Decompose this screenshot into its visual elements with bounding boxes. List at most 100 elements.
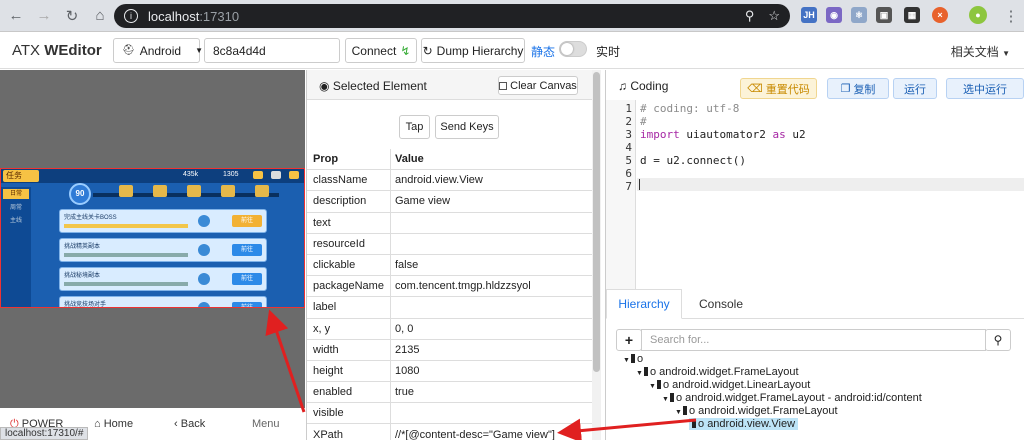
prop-value[interactable]: false [391, 259, 418, 271]
keyword: import [640, 128, 680, 141]
table-row: className android.view.View [307, 170, 597, 192]
tab-console[interactable]: Console [686, 289, 756, 319]
info-icon[interactable]: i [124, 9, 138, 23]
url-host: localhost [148, 8, 200, 24]
table-row: resourceId [307, 233, 597, 255]
connect-button[interactable]: Connect ↯ [345, 38, 417, 63]
device-serial-input[interactable]: 8c8a4d4d [204, 38, 340, 63]
dump-hierarchy-button[interactable]: ↻ Dump Hierarchy [421, 38, 525, 63]
menu-button[interactable]: Menu [252, 418, 280, 430]
prop-name: enabled [307, 382, 391, 403]
extension-screenshot-icon[interactable]: ▣ [876, 7, 892, 23]
device-screen[interactable]: 任务 435k 1305 日常 周常 主线 90 完成主线关卡BOSS 前往 挑战精… [0, 168, 305, 308]
browser-menu-icon[interactable]: ⋮ [999, 4, 1023, 28]
tree-toggle-icon[interactable]: ▼ [649, 383, 656, 390]
extension-vpn-icon[interactable]: ◉ [826, 7, 842, 23]
table-row: visible [307, 403, 597, 425]
hierarchy-search-input[interactable]: Search for... [641, 329, 986, 351]
active-line-highlight [637, 178, 1024, 191]
game-currency-2: 1305 [223, 171, 239, 178]
tap-button[interactable]: Tap [399, 115, 430, 139]
game-chest-icon [187, 185, 201, 197]
prop-value[interactable]: Game view [391, 195, 450, 207]
bookmark-star-icon[interactable]: ☆ [768, 8, 780, 24]
table-row: clickable false [307, 254, 597, 277]
search-button[interactable]: ⚲ [985, 329, 1011, 351]
run-selected-button[interactable]: 选中运行 [946, 78, 1024, 99]
node-circle-icon: o [636, 353, 644, 365]
tree-node[interactable]: ▼ o android.widget.LinearLayout [649, 379, 810, 391]
tab-hierarchy[interactable]: Hierarchy [606, 289, 682, 319]
tree-toggle-icon[interactable]: ▼ [636, 370, 643, 377]
node-icon [630, 354, 635, 363]
forward-arrow-icon[interactable]: → [32, 4, 56, 28]
back-arrow-icon[interactable]: ← [4, 4, 28, 28]
tree-node[interactable]: ▼ o android.widget.FrameLayout [675, 405, 838, 417]
game-task-card: 挑战精英副本 前往 [59, 238, 267, 262]
music-note-icon: ♫ [618, 79, 627, 93]
game-task-name: 挑战秘境副本 [64, 273, 101, 279]
reload-icon[interactable]: ↻ [60, 4, 84, 28]
docs-dropdown[interactable]: 相关文档 ▼ [951, 43, 1010, 60]
code-line: # coding: utf-8 [640, 102, 740, 115]
tree-node[interactable]: ▼ o android.widget.FrameLayout [636, 366, 799, 378]
run-button[interactable]: 运行 [893, 78, 937, 99]
prop-value[interactable]: com.tencent.tmgp.hldzzsyol [391, 280, 531, 292]
send-keys-button[interactable]: Send Keys [435, 115, 499, 139]
prop-name: className [307, 170, 391, 191]
realtime-toggle[interactable] [559, 41, 587, 57]
prop-value[interactable]: //*[@content-desc="Game view"] [391, 429, 555, 440]
line-number: 4 [625, 141, 632, 154]
app-logo: ATX WEditor [12, 42, 102, 59]
prop-value[interactable]: android.view.View [391, 174, 483, 186]
platform-select[interactable]: ⛑ Android ▼ [113, 38, 203, 63]
table-row: XPath//*[@content-desc="Game view"] [307, 424, 597, 440]
tree-node[interactable]: ▼ o android.widget.FrameLayout - android:… [662, 392, 922, 404]
prop-name: label [307, 297, 391, 318]
back-button[interactable]: ‹ Back [174, 418, 205, 430]
expand-all-button[interactable]: + [616, 329, 642, 351]
prop-value[interactable]: 0, 0 [391, 323, 413, 335]
game-task-tab: 任务 [3, 170, 39, 182]
prop-name: XPath [307, 424, 391, 440]
game-chest-icon [153, 185, 167, 197]
extension-adblock-icon[interactable]: × [932, 7, 948, 23]
code-editor[interactable]: 1 # coding: utf-8 2 #3 import uiautomator2 a… [606, 100, 1024, 290]
prop-value[interactable]: true [391, 386, 414, 398]
extension-jh-icon[interactable]: JH [801, 7, 817, 23]
address-bar[interactable]: i localhost:17310 ⚲ ☆ [114, 4, 790, 28]
coding-panel: ♫ Coding ⌫ 重置代码 ❐ 复制 运行 选中运行 1 # coding: ut… [605, 70, 1024, 440]
plug-icon: ↯ [400, 43, 411, 58]
caret-down-icon: ▼ [1002, 49, 1010, 58]
game-go-button: 前往 [232, 244, 262, 256]
scrollbar-thumb[interactable] [593, 72, 600, 372]
prop-value[interactable]: 1080 [391, 365, 419, 377]
middle-scrollbar[interactable] [592, 70, 601, 440]
table-header: Prop Value [307, 149, 597, 171]
game-task-progress [64, 253, 188, 257]
prop-name: height [307, 360, 391, 382]
device-panel: 任务 435k 1305 日常 周常 主线 90 完成主线关卡BOSS 前往 挑战精… [0, 70, 305, 440]
reset-code-button[interactable]: ⌫ 重置代码 [740, 78, 817, 99]
zoom-search-icon[interactable]: ⚲ [745, 8, 755, 24]
home-icon[interactable]: ⌂ [88, 4, 112, 28]
node-circle-icon: o [649, 366, 657, 378]
profile-avatar-icon[interactable]: ● [969, 6, 987, 24]
prop-name: clickable [307, 254, 391, 276]
tree-toggle-icon[interactable]: ▼ [675, 409, 682, 416]
tree-node[interactable]: o android.view.View [688, 418, 799, 430]
extension-qrcode-icon[interactable]: ▦ [904, 7, 920, 23]
copy-button[interactable]: ❐ 复制 [827, 78, 889, 99]
caret-down-icon: ▼ [195, 46, 203, 55]
tree-toggle-icon[interactable]: ▼ [623, 357, 630, 364]
prop-value[interactable]: 2135 [391, 344, 419, 356]
extension-react-icon[interactable]: ⚛ [851, 7, 867, 23]
home-button[interactable]: ⌂ Home [94, 418, 133, 430]
text-cursor [639, 179, 640, 190]
tree-node[interactable]: ▼ o [623, 353, 643, 365]
table-row: width 2135 [307, 339, 597, 361]
line-number: 2 [625, 115, 632, 128]
tree-node-label: android.widget.FrameLayout [659, 366, 799, 378]
clear-canvas-button[interactable]: Clear Canvas [498, 76, 578, 95]
tree-toggle-icon[interactable]: ▼ [662, 396, 669, 403]
